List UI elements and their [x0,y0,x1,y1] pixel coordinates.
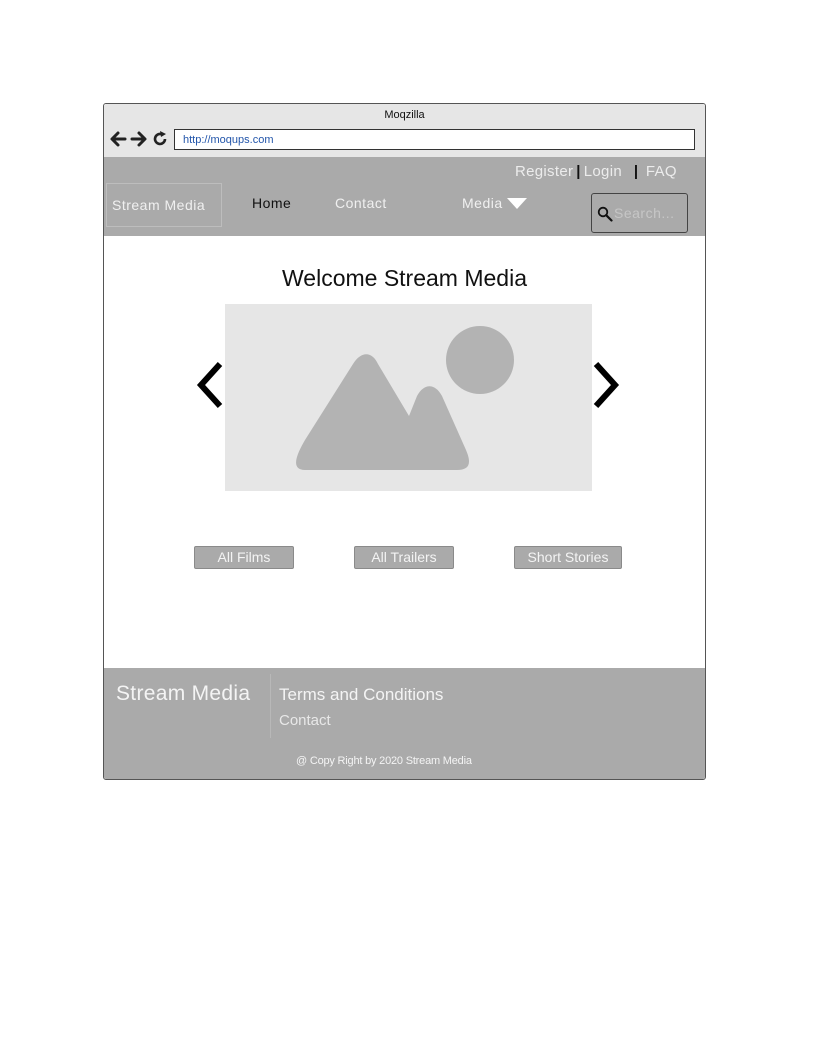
forward-arrow-icon[interactable] [130,130,148,148]
site-header: Register | Login | FAQ Stream Media Home C… [104,157,705,236]
address-url: http://moqups.com [183,134,274,146]
short-stories-button[interactable]: Short Stories [514,546,622,569]
address-bar[interactable]: http://moqups.com [174,129,695,150]
window-title: Moqzilla [384,109,425,121]
footer-divider [270,674,271,738]
all-films-button[interactable]: All Films [194,546,294,569]
footer-contact-link[interactable]: Contact [279,712,331,729]
nav-contact[interactable]: Contact [335,195,387,211]
browser-window: Moqzilla http://moqups.com Register | Logi… [103,103,706,780]
login-link[interactable]: Login [584,163,622,180]
refresh-icon[interactable] [151,130,169,148]
register-link[interactable]: Register [515,163,573,180]
search-icon [597,206,613,222]
all-trailers-button[interactable]: All Trailers [354,546,454,569]
faq-link[interactable]: FAQ [646,163,677,180]
search-input[interactable] [614,202,684,224]
search-box[interactable] [591,193,688,233]
browser-titlebar: Moqzilla http://moqups.com [104,104,705,157]
link-separator: | [576,163,581,180]
site-logo[interactable]: Stream Media [106,183,222,227]
copyright-text: @ Copy Right by 2020 Stream Media [296,755,472,767]
terms-link[interactable]: Terms and Conditions [279,685,443,705]
back-arrow-icon[interactable] [109,130,127,148]
chevron-right-icon[interactable] [588,359,624,411]
image-placeholder-icon [296,326,514,470]
dropdown-caret-icon [506,197,527,209]
nav-media-label: Media [462,195,503,211]
nav-media[interactable]: Media [462,195,527,211]
site-footer: Stream Media Terms and Conditions Contac… [104,668,705,779]
link-separator: | [629,163,643,180]
image-carousel[interactable] [225,304,592,692]
page-title: Welcome Stream Media [282,265,527,291]
account-links: Register | Login | FAQ [515,163,677,180]
footer-brand: Stream Media [116,682,251,705]
nav-home[interactable]: Home [252,195,291,211]
chevron-left-icon[interactable] [192,359,228,411]
